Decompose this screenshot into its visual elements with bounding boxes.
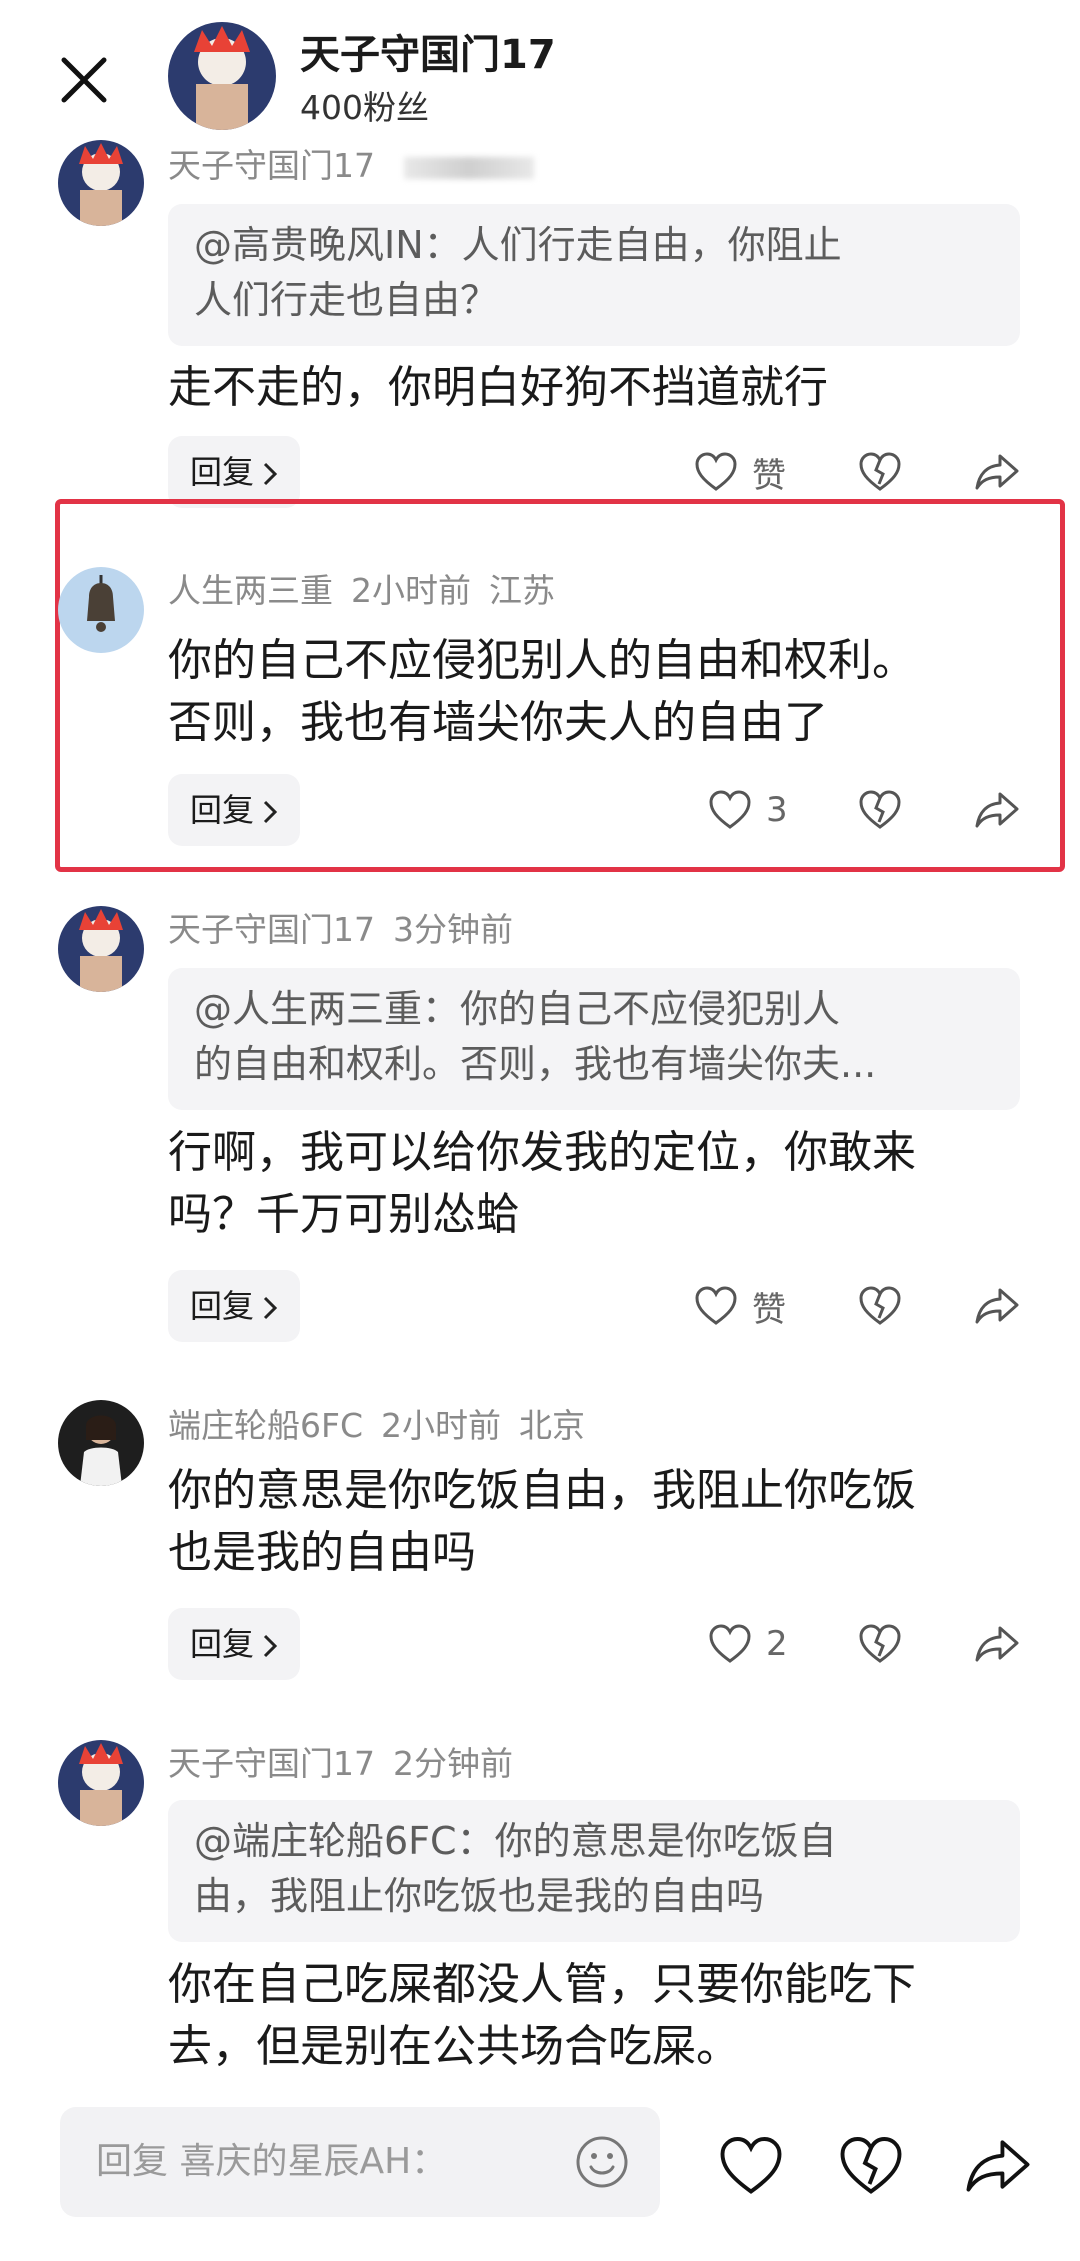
share-icon [974,790,1020,830]
share-button[interactable] [974,442,1020,502]
comment-line: 吗？千万可别怂蛤 [168,1189,520,1240]
heart-icon [708,1624,752,1664]
comment-time: 3分钟前 [393,910,513,949]
like-button[interactable]: 2 [708,1614,788,1674]
like-count: 2 [766,1624,788,1664]
heart-icon [694,452,738,492]
comment-author[interactable]: 人生两三重 [168,571,333,610]
dislike-button[interactable] [858,780,902,840]
quote-line: @端庄轮船6FC：你的意思是你吃饭自 [194,1819,837,1863]
comment-time: 2小时前 [381,1406,502,1445]
dislike-button[interactable] [858,442,902,502]
comment-avatar[interactable] [58,1400,144,1486]
share-button[interactable] [974,1614,1020,1674]
comment-meta: 天子守国门17 3分钟前 [168,908,531,952]
comment-location: 北京 [519,1406,586,1445]
quote-line: @高贵晚风IN：人们行走自由，你阻止 [194,223,842,267]
like-button[interactable]: 赞 [694,442,786,502]
reply-label: 回复 [190,1287,255,1325]
chevron-right-icon [262,1270,278,1342]
share-button[interactable] [974,780,1020,840]
comment-author[interactable]: 端庄轮船6FC [168,1406,363,1445]
like-button[interactable]: 3 [708,780,788,840]
comment-location: 江苏 [489,571,555,610]
comment-meta: 天子守国门17 [168,144,552,188]
header-avatar[interactable] [168,22,276,130]
broken-heart-icon [858,790,902,830]
comment-author[interactable]: 天子守国门17 [168,146,375,185]
reply-button[interactable]: 回复 [168,436,301,508]
reply-label: 回复 [190,791,255,829]
quoted-comment: @端庄轮船6FC：你的意思是你吃饭自 由，我阻止你吃饭也是我的自由吗 [168,1800,1020,1942]
reply-label: 回复 [190,453,255,491]
comment-avatar[interactable] [58,140,144,226]
quote-line: 由，我阻止你吃饭也是我的自由吗 [194,1874,765,1918]
comment-text: 走不走的，你明白好狗不挡道就行 [168,357,1048,419]
heart-icon [718,2136,784,2196]
comment-time: 2分钟前 [393,1744,513,1783]
comment-text: 你的意思是你吃饭自由，我阻止你吃饭 也是我的自由吗 [168,1460,1048,1584]
dislike-post-button[interactable] [838,2136,904,2196]
share-icon [964,2136,1032,2196]
reply-input-placeholder: 回复 喜庆的星辰AH： [96,2141,448,2182]
comment-avatar[interactable] [58,1740,144,1826]
chevron-right-icon [262,1608,278,1680]
reply-label: 回复 [190,1625,255,1663]
comment-text: 你在自己吃屎都没人管，只要你能吃下 去，但是别在公共场合吃屎。 [168,1954,1048,2078]
comment-meta: 天子守国门17 2分钟前 [168,1742,531,1786]
comment-line: 否则，我也有墙尖你夫人的自由了 [168,697,828,748]
quoted-comment: @高贵晚风IN：人们行走自由，你阻止 人们行走也自由？ [168,204,1020,346]
emoji-icon[interactable] [574,2134,630,2190]
quoted-comment: @人生两三重：你的自己不应侵犯别人 的自由和权利。否则，我也有墙尖你夫... [168,968,1020,1110]
header-fans-count: 400粉丝 [300,88,429,127]
share-icon [974,1624,1020,1664]
like-count: 赞 [752,1289,786,1330]
share-post-button[interactable] [964,2136,1032,2196]
chevron-right-icon [262,774,278,846]
blurred-meta [403,156,534,179]
comment-time: 2小时前 [351,571,471,610]
comment-author[interactable]: 天子守国门17 [168,910,375,949]
chevron-right-icon [262,436,278,508]
quote-line: @人生两三重：你的自己不应侵犯别人 [194,987,841,1031]
broken-heart-icon [858,1624,902,1664]
comment-meta: 人生两三重 2小时前 江苏 [168,569,573,613]
broken-heart-icon [858,452,902,492]
like-count: 3 [766,790,788,830]
broken-heart-icon [858,1286,902,1326]
like-button[interactable]: 赞 [694,1276,786,1336]
share-button[interactable] [974,1276,1020,1336]
header-title: 天子守国门17 [300,32,556,78]
heart-icon [694,1286,738,1326]
dislike-button[interactable] [858,1276,902,1336]
share-icon [974,1286,1020,1326]
comment-line: 行啊，我可以给你发我的定位，你敢来 [168,1127,916,1178]
comment-text: 你的自己不应侵犯别人的自由和权利。 否则，我也有墙尖你夫人的自由了 [168,630,1048,754]
reply-input[interactable]: 回复 喜庆的星辰AH： [60,2107,660,2217]
share-icon [974,452,1020,492]
comment-line: 你的自己不应侵犯别人的自由和权利。 [168,635,916,686]
comment-author[interactable]: 天子守国门17 [168,1744,375,1783]
comment-avatar[interactable] [58,906,144,992]
broken-heart-icon [838,2136,904,2196]
comment-avatar[interactable] [58,567,144,653]
like-post-button[interactable] [718,2136,784,2196]
quote-line: 人们行走也自由？ [194,278,499,322]
comment-line: 去，但是别在公共场合吃屎。 [168,2021,740,2072]
dislike-button[interactable] [858,1614,902,1674]
reply-button[interactable]: 回复 [168,774,301,846]
comment-meta: 端庄轮船6FC 2小时前 北京 [168,1404,603,1448]
comment-line: 你在自己吃屎都没人管，只要你能吃下 [168,1959,916,2010]
reply-button[interactable]: 回复 [168,1270,301,1342]
quote-line: 的自由和权利。否则，我也有墙尖你夫... [194,1042,877,1086]
reply-button[interactable]: 回复 [168,1608,301,1680]
close-icon[interactable] [54,50,114,110]
like-count: 赞 [752,455,786,496]
heart-icon [708,790,752,830]
comment-line: 也是我的自由吗 [168,1527,476,1578]
comment-line: 走不走的，你明白好狗不挡道就行 [168,362,828,413]
comment-line: 你的意思是你吃饭自由，我阻止你吃饭 [168,1465,916,1516]
comment-text: 行啊，我可以给你发我的定位，你敢来 吗？千万可别怂蛤 [168,1122,1048,1246]
